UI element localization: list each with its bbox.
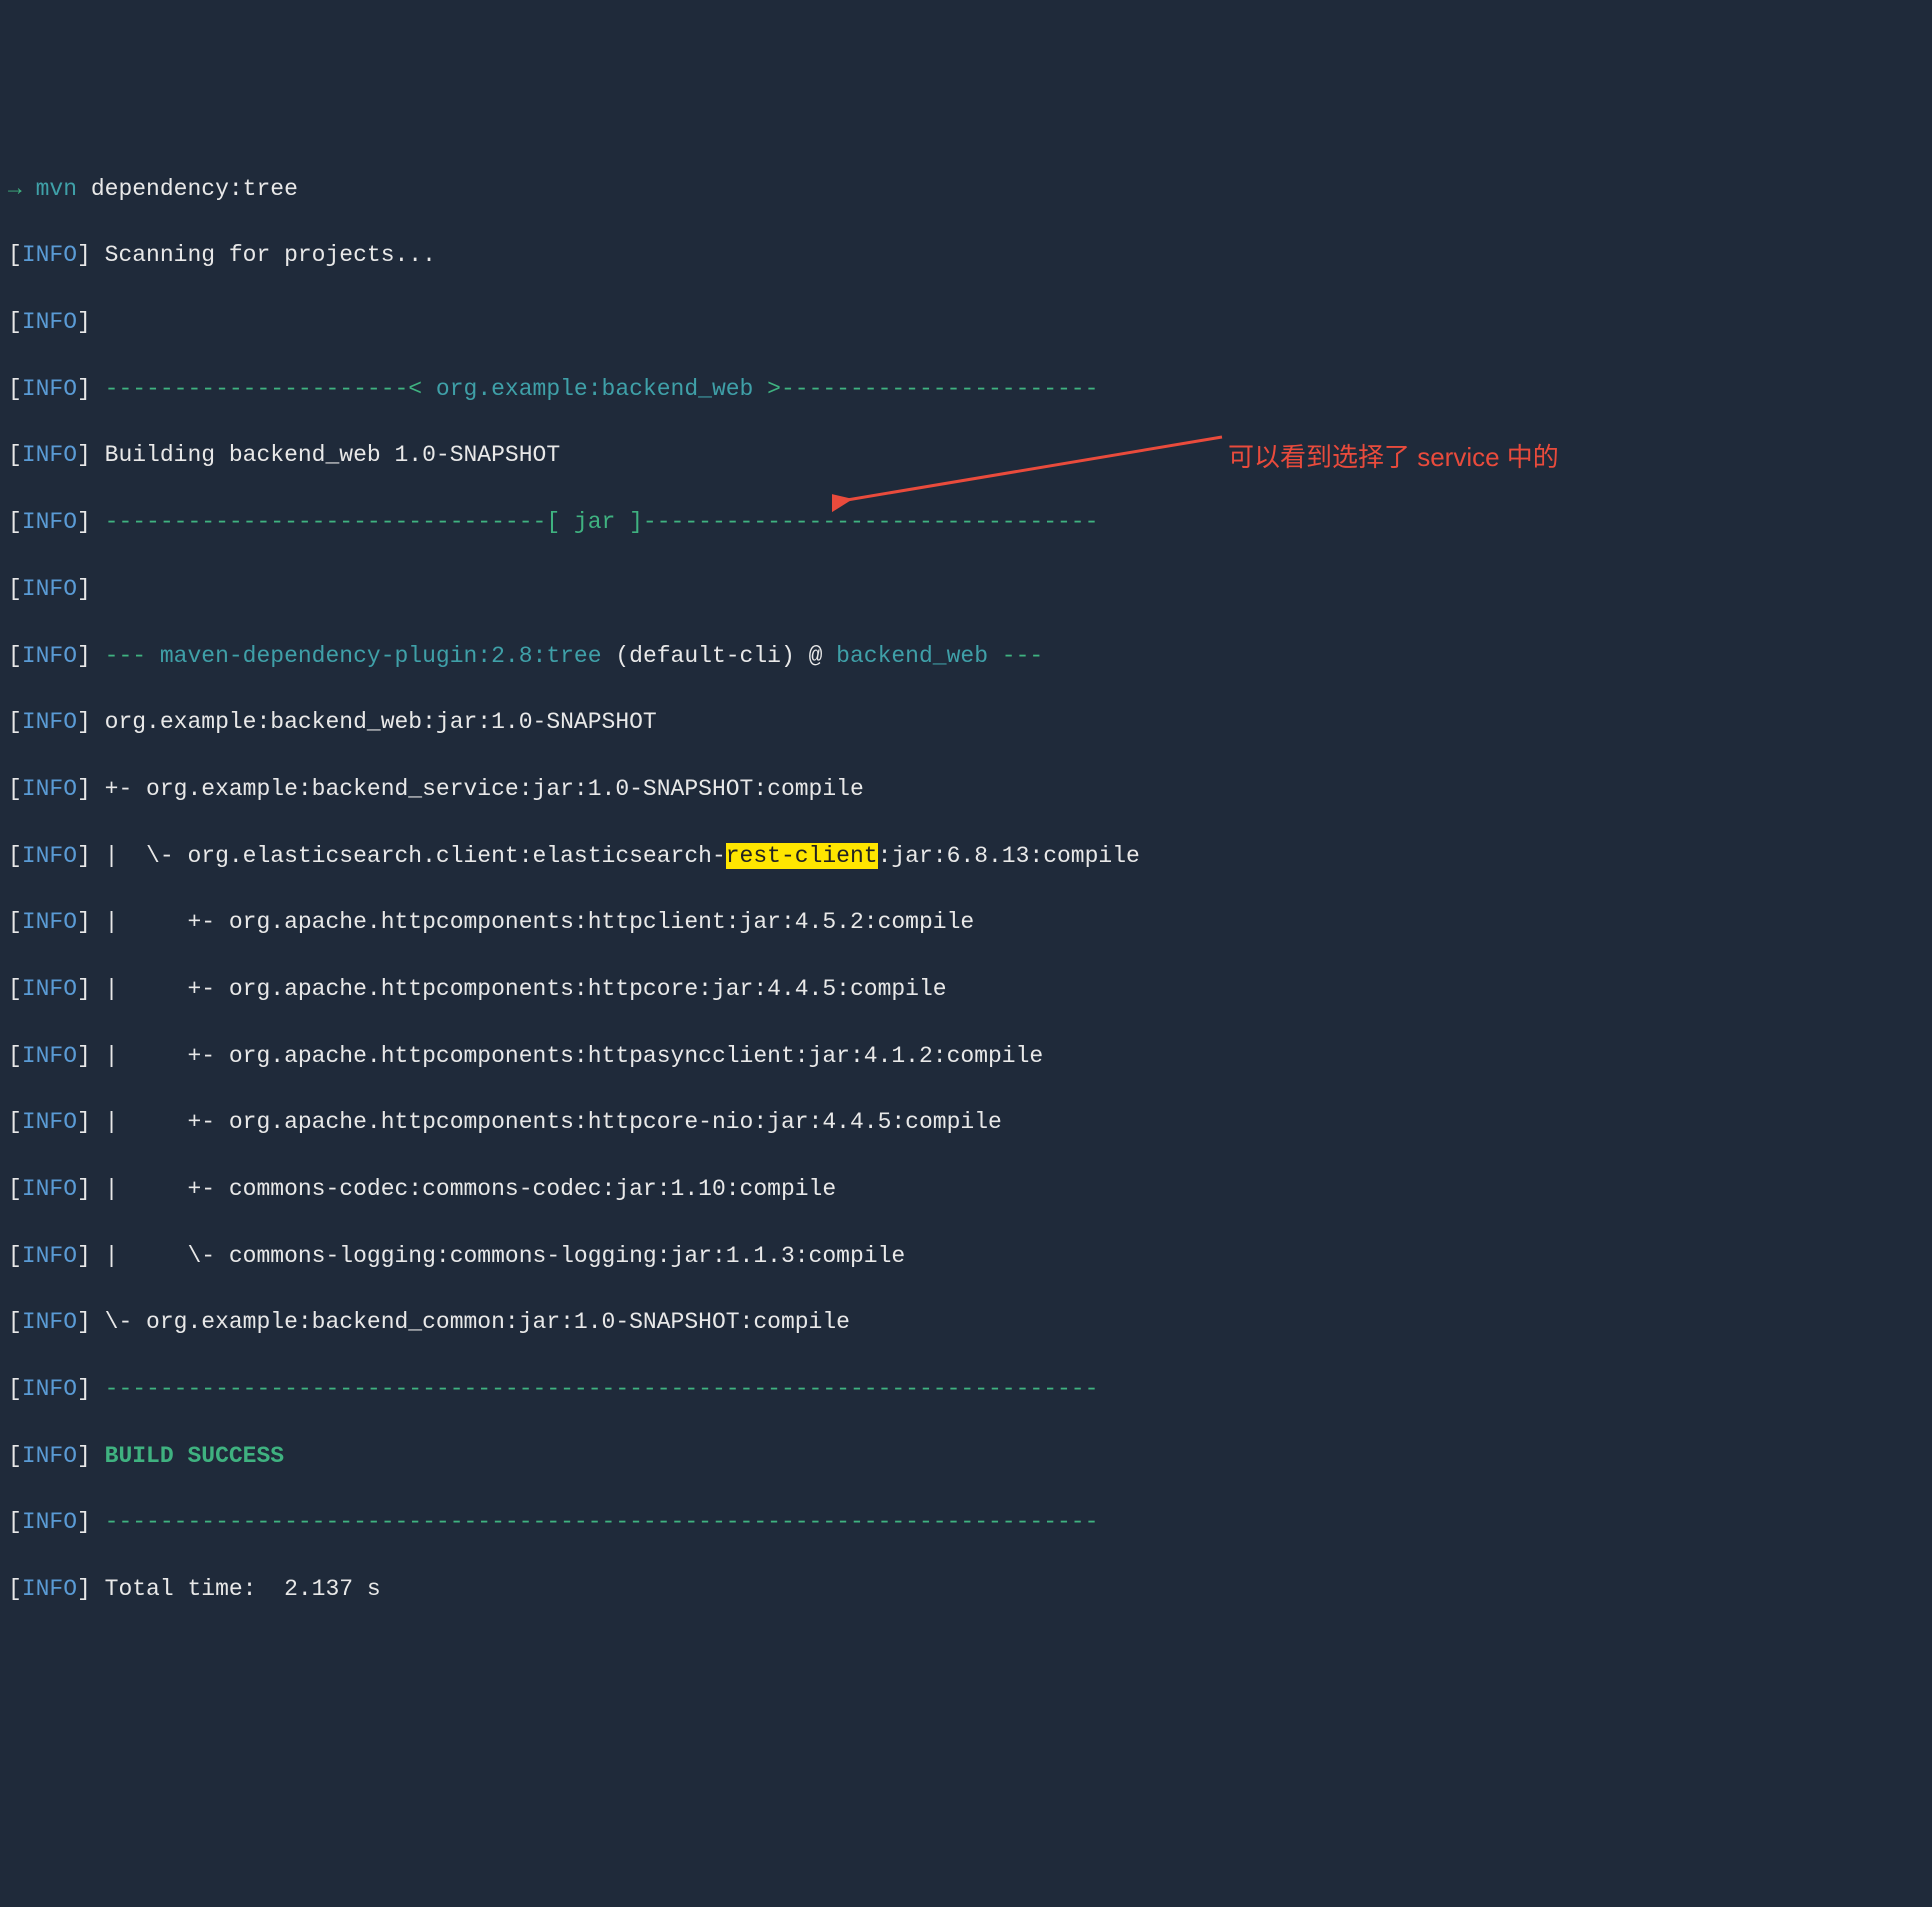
build-success: BUILD SUCCESS [91,1443,284,1469]
dep-text: | +- commons-codec:commons-codec:jar:1.1… [91,1176,836,1202]
log-level: INFO [22,1243,77,1269]
log-level: INFO [22,843,77,869]
log-line: [INFO] ---------------------------------… [8,1506,1924,1539]
dep-text: | \- commons-logging:commons-logging:jar… [91,1243,905,1269]
build-success-line: [INFO] BUILD SUCCESS [8,1440,1924,1473]
log-level: INFO [22,376,77,402]
tree-node: [INFO] | +- commons-codec:commons-codec:… [8,1173,1924,1206]
log-level: INFO [22,1509,77,1535]
log-level: INFO [22,1443,77,1469]
log-text: Scanning for projects... [91,242,436,268]
dep-text: | +- org.apache.httpcomponents:httpcore:… [91,976,947,1002]
dep-text-pre: | \- org.elasticsearch.client:elasticsea… [91,843,726,869]
dep-text-post: :jar:6.8.13:compile [878,843,1140,869]
log-line: [INFO] ---------------------------------… [8,1373,1924,1406]
log-level: INFO [22,709,77,735]
log-level: INFO [22,1043,77,1069]
annotation-text: 可以看到选择了 service 中的 [1228,439,1559,477]
dep-text: +- org.example:backend_service:jar:1.0-S… [91,776,864,802]
command-line[interactable]: → mvn dependency:tree [8,173,1924,206]
log-level: INFO [22,643,77,669]
log-level: INFO [22,242,77,268]
building-text: Building backend_web 1.0-SNAPSHOT [91,442,560,468]
separator: ----------------------< [91,376,436,402]
tree-node: [INFO] | +- org.apache.httpcomponents:ht… [8,1106,1924,1139]
plugin-suffix: --- [988,643,1043,669]
dep-text: | +- org.apache.httpcomponents:httpasync… [91,1043,1043,1069]
project-coords: org.example:backend_web [436,376,753,402]
plugin-prefix: --- [91,643,160,669]
tree-node: [INFO] | +- org.apache.httpcomponents:ht… [8,906,1924,939]
log-level: INFO [22,1176,77,1202]
dep-text: org.example:backend_web:jar:1.0-SNAPSHOT [91,709,657,735]
plugin-project: backend_web [836,643,988,669]
command-args: dependency:tree [77,176,298,202]
total-time: Total time: 2.137 s [91,1576,381,1602]
plugin-name: maven-dependency-plugin:2.8:tree [160,643,602,669]
log-line: [INFO] [8,306,1924,339]
highlight-text: rest-client [726,843,878,869]
log-level: INFO [22,776,77,802]
tree-root: [INFO] org.example:backend_web:jar:1.0-S… [8,706,1924,739]
terminal-output: → mvn dependency:tree [INFO] Scanning fo… [8,139,1924,1740]
log-level: INFO [22,309,77,335]
log-line: [INFO] ----------------------< org.examp… [8,373,1924,406]
tree-node: [INFO] | +- org.apache.httpcomponents:ht… [8,973,1924,1006]
dep-text: \- org.example:backend_common:jar:1.0-SN… [91,1309,850,1335]
dep-text: | +- org.apache.httpcomponents:httpclien… [91,909,974,935]
separator: >----------------------- [753,376,1098,402]
plugin-mid: (default-cli) @ [602,643,837,669]
command: mvn [36,176,77,202]
tree-node: [INFO] | +- org.apache.httpcomponents:ht… [8,1040,1924,1073]
log-level: INFO [22,909,77,935]
log-level: INFO [22,1109,77,1135]
tree-node: [INFO] +- org.example:backend_service:ja… [8,773,1924,806]
log-line: [INFO] --------------------------------[… [8,506,1924,539]
separator: ----------------------------------------… [91,1376,1099,1402]
tree-node: [INFO] | \- commons-logging:commons-logg… [8,1240,1924,1273]
prompt-arrow: → [8,176,22,202]
log-line: [INFO] [8,573,1924,606]
tree-node-highlighted: [INFO] | \- org.elasticsearch.client:ela… [8,840,1924,873]
log-line: [INFO] Building backend_web 1.0-SNAPSHOT [8,439,1924,472]
log-level: INFO [22,976,77,1002]
total-time-line: [INFO] Total time: 2.137 s [8,1573,1924,1606]
dep-text: | +- org.apache.httpcomponents:httpcore-… [91,1109,1002,1135]
log-level: INFO [22,509,77,535]
separator: ----------------------------------------… [91,1509,1099,1535]
log-level: INFO [22,1376,77,1402]
log-level: INFO [22,1576,77,1602]
tree-node: [INFO] \- org.example:backend_common:jar… [8,1306,1924,1339]
log-line: [INFO] --- maven-dependency-plugin:2.8:t… [8,640,1924,673]
log-line: [INFO] Scanning for projects... [8,239,1924,272]
separator: --------------------------------[ jar ]-… [91,509,1099,535]
log-level: INFO [22,576,77,602]
log-level: INFO [22,442,77,468]
log-level: INFO [22,1309,77,1335]
